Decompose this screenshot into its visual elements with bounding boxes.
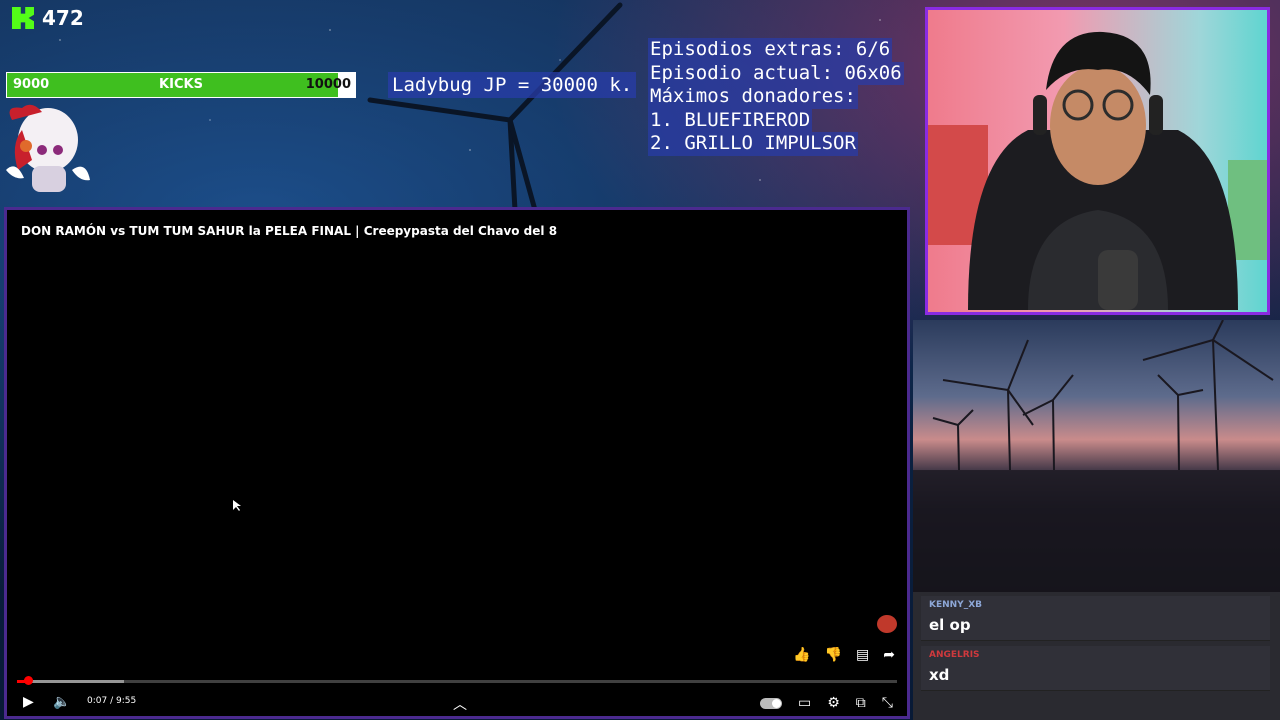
kick-logo-icon: [12, 7, 34, 29]
player-right-controls: ▭ ⚙ ⧉ ⤡: [760, 695, 893, 711]
info-line: 1. BLUEFIREROD: [648, 108, 813, 132]
share-icon[interactable]: ➦: [883, 647, 895, 663]
video-timeline[interactable]: [17, 676, 897, 685]
streamer-webcam-image: [928, 31, 1267, 310]
info-line: Máximos donadores:: [648, 85, 858, 109]
info-line: Episodio actual: 06x06: [648, 61, 904, 85]
chat-username[interactable]: KENNY_XB: [929, 600, 982, 610]
mascot-character-image: [6, 104, 90, 192]
cast-icon[interactable]: ⧉: [856, 695, 866, 711]
info-line: Episodios extras: 6/6: [648, 38, 893, 62]
timeline-buffered: [17, 680, 125, 683]
webcam-frame: [925, 7, 1270, 315]
wind-turbine-bg: [367, 2, 623, 210]
exit-fullscreen-icon[interactable]: ⤡: [882, 695, 893, 711]
goal-label: KICKS: [159, 77, 203, 92]
chevron-up-icon[interactable]: ︿: [453, 694, 467, 714]
play-icon[interactable]: ▶: [23, 694, 34, 710]
channel-avatar-icon[interactable]: [877, 615, 897, 633]
gear-icon[interactable]: ⚙: [827, 695, 840, 711]
chat-panel: KENNY_XB el op ANGELRIS xd: [913, 592, 1280, 720]
sunset-wind-farm-scene: [913, 319, 1280, 592]
kick-count: 472: [42, 6, 84, 30]
kick-counter: 472: [12, 6, 84, 30]
kicks-goal-bar: 9000 KICKS 10000: [6, 72, 356, 98]
volume-icon[interactable]: 🔈: [53, 694, 70, 710]
chat-message: ANGELRIS xd: [921, 646, 1270, 691]
ladybug-goal-text: Ladybug JP = 30000 k.: [388, 72, 637, 98]
goal-max: 10000: [305, 77, 351, 92]
video-time: 0:07 / 9:55: [87, 696, 137, 706]
chat-username[interactable]: ANGELRIS: [929, 650, 980, 660]
info-line: 2. GRILLO IMPULSOR: [648, 132, 858, 156]
captions-icon[interactable]: ▭: [798, 695, 811, 711]
wind-turbines-image: [913, 319, 1280, 592]
chat-text: el op: [929, 616, 971, 634]
video-title[interactable]: DON RAMÓN vs TUM TUM SAHUR la PELEA FINA…: [21, 224, 557, 238]
mouse-cursor-icon: [233, 500, 241, 511]
video-actions: 👍 👎 ▤ ➦: [793, 647, 895, 663]
comment-icon[interactable]: ▤: [856, 647, 869, 663]
like-icon[interactable]: 👍: [793, 647, 810, 663]
video-player[interactable]: DON RAMÓN vs TUM TUM SAHUR la PELEA FINA…: [4, 207, 910, 719]
chat-message: KENNY_XB el op: [921, 596, 1270, 641]
episode-info-panel: Episodios extras: 6/6 Episodio actual: 0…: [648, 38, 904, 156]
dislike-icon[interactable]: 👎: [825, 647, 842, 663]
autoplay-toggle[interactable]: [760, 697, 782, 709]
chat-text: xd: [929, 666, 950, 684]
timeline-scrubber[interactable]: [23, 676, 33, 685]
